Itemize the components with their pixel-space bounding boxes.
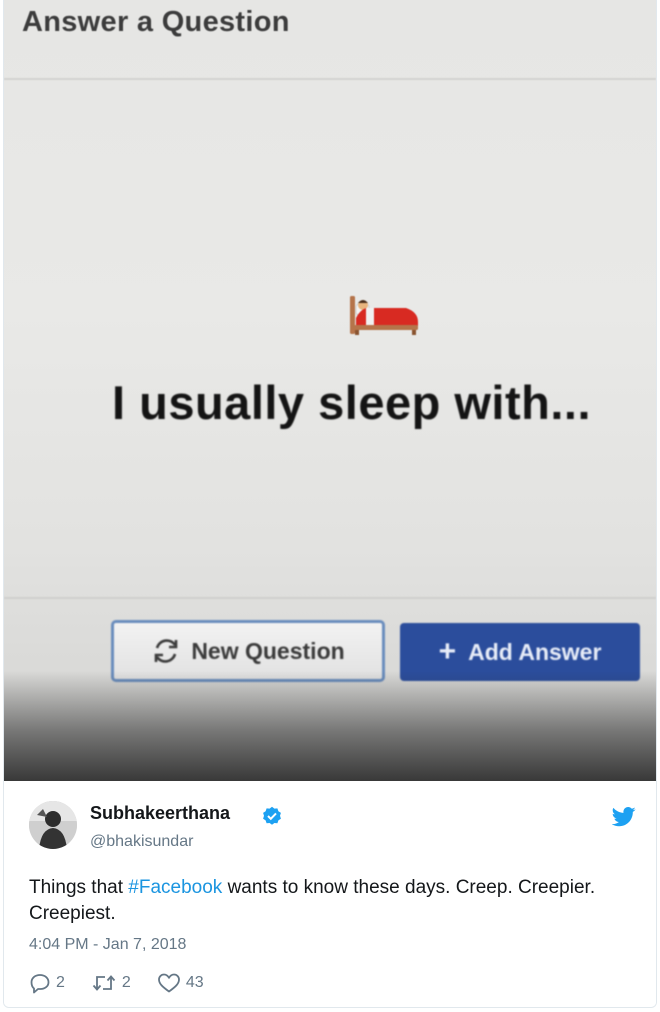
fb-dialog-title: Answer a Question bbox=[22, 6, 290, 38]
bed-emoji-icon bbox=[350, 296, 418, 335]
photo-shadow bbox=[4, 671, 656, 781]
reply-icon bbox=[30, 974, 50, 994]
fb-question-text: I usually sleep with... bbox=[112, 376, 592, 429]
reply-count: 2 bbox=[56, 974, 65, 991]
retweet-button[interactable]: 2 bbox=[91, 972, 131, 994]
retweet-icon bbox=[92, 975, 116, 991]
like-button[interactable]: 43 bbox=[157, 972, 204, 994]
twitter-bird-icon[interactable] bbox=[612, 807, 636, 827]
retweet-count: 2 bbox=[121, 974, 131, 991]
add-answer-label: Add Answer bbox=[468, 638, 602, 665]
like-count: 43 bbox=[185, 974, 204, 991]
refresh-icon bbox=[155, 639, 178, 663]
tweet-photo[interactable]: Answer a Question I usually sleep with..… bbox=[4, 0, 656, 781]
tweet-text: Things that #Facebook wants to know thes… bbox=[29, 875, 629, 927]
user-handle[interactable]: @bhakisundar bbox=[90, 833, 193, 851]
tweet-card: Answer a Question I usually sleep with..… bbox=[3, 0, 657, 1008]
heart-icon bbox=[157, 973, 180, 993]
tweet-text-before: Things that bbox=[29, 877, 129, 898]
user-display-name[interactable]: Subhakeerthana bbox=[90, 803, 230, 824]
reply-button[interactable]: 2 bbox=[29, 972, 65, 994]
verified-badge-icon bbox=[263, 806, 281, 825]
fb-divider bbox=[4, 78, 656, 80]
new-question-label: New Question bbox=[191, 637, 345, 664]
tweet-body: Subhakeerthana @bhakisundar Things that … bbox=[4, 781, 656, 1007]
avatar[interactable] bbox=[29, 801, 77, 849]
tweet-timestamp[interactable]: 4:04 PM - Jan 7, 2018 bbox=[29, 936, 186, 954]
plus-icon: + bbox=[438, 635, 457, 668]
hashtag-link[interactable]: #Facebook bbox=[128, 877, 222, 898]
tweet-actions: 2 2 43 bbox=[29, 971, 230, 995]
avatar-image bbox=[29, 801, 77, 849]
fb-divider bbox=[4, 597, 656, 599]
